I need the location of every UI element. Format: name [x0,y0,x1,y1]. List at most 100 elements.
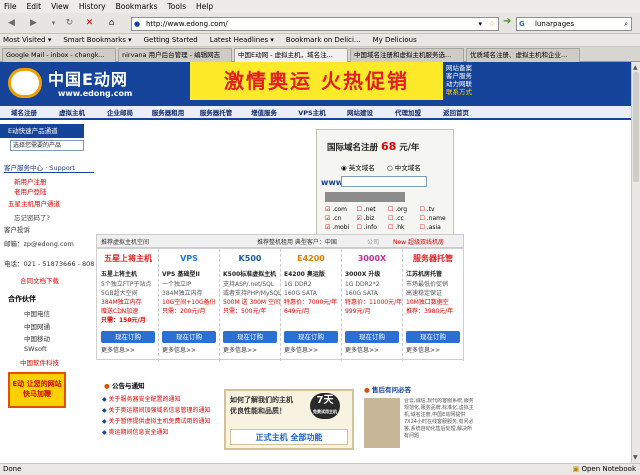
menu-edit[interactable]: Edit [27,2,42,11]
hosting-ad[interactable]: 如何了解我们的主机 优良性能和品质！ 7天 免费试用主机 正式主机 全部功能 [224,389,354,450]
hosting-name[interactable]: 江苏机房托管 [406,271,442,279]
promo-banner[interactable]: 激情奥运 火热促销 [190,62,443,100]
tab-quality-domain[interactable]: 优质域名注册、虚拟主机和企业... [466,48,580,62]
tab-recommend-server[interactable]: 推荐整机租用 典型客户：中国 [257,237,337,246]
link-five-star[interactable]: 五星主机用户通道 [8,198,60,208]
scroll-down-icon[interactable]: ▼ [633,454,638,461]
order-now-button[interactable]: 现在订购 [162,331,216,343]
menu-help[interactable]: Help [196,2,213,11]
menu-bookmarks[interactable]: Bookmarks [116,2,158,11]
bookmark-latest-headlines[interactable]: Latest Headlines ▾ [210,36,274,44]
more-info-link[interactable]: 更多信息>> [345,347,379,355]
more-info-link[interactable]: 更多信息>> [223,347,257,355]
notice-item[interactable]: ◆ 关于奥运期间加强域名信息管理的通知 [102,407,220,415]
bookmark-on-delicious[interactable]: Bookmark on Delici... [286,36,361,44]
tld-option[interactable]: ☑ .biz [357,215,389,222]
partner-telecom[interactable]: 中国电信 [24,308,50,318]
bookmark-my-delicious[interactable]: My Delicious [373,36,417,44]
history-dropdown-icon[interactable]: ▾ [46,16,61,31]
menu-file[interactable]: File [4,2,17,11]
url-input[interactable]: ● http://www.edong.com/ ▾ ☆ [131,17,499,31]
notice-item[interactable]: ◆ 关于暂停提供虚拟主机免费试用的通知 [102,418,220,426]
url-dropdown-icon[interactable]: ▾ [478,18,482,30]
more-info-link[interactable]: 更多信息>> [406,347,440,355]
nav-hosting[interactable]: 虚拟主机 [48,106,96,118]
header-link-power[interactable]: 动力网联 [446,80,472,88]
nav-server-rent[interactable]: 服务器租用 [144,106,192,118]
tld-option[interactable]: ☑ .com [325,206,357,213]
menu-view[interactable]: View [51,2,69,11]
order-now-button[interactable]: 现在订购 [223,331,277,343]
reload-icon[interactable]: ↻ [62,16,77,31]
scroll-thumb[interactable] [633,72,639,182]
checkbox-icon[interactable]: ☑ [357,215,364,222]
tld-option[interactable]: ☐ .tv [420,206,452,213]
stop-icon[interactable]: ✕ [82,16,97,31]
menu-history[interactable]: History [79,2,106,11]
partner-netcom[interactable]: 中国网通 [24,321,50,331]
order-now-button[interactable]: 现在订购 [101,331,155,343]
hosting-name[interactable]: K500标准虚拟主机 [223,271,276,279]
tab-recommend-hosting[interactable]: 推荐虚拟主机空间 [101,237,149,246]
tab-domain-service[interactable]: 中国域名注册和虚拟主机服务选... [350,48,464,62]
tld-option[interactable]: ☐ .org [388,206,420,213]
nav-domain[interactable]: 域名注册 [0,106,48,118]
scroll-up-icon[interactable]: ▲ [633,64,638,71]
page-scrollbar[interactable]: ▲ ▼ [631,62,640,463]
hosting-name[interactable]: 五星上将主机 [101,271,137,279]
radio-en[interactable]: ◉ 英文域名 [341,162,375,172]
home-icon[interactable]: ⌂ [104,16,119,31]
partner-software[interactable]: 中国软件科技 [20,357,59,367]
bookmark-smart[interactable]: Smart Bookmarks ▾ [63,36,131,44]
more-info-link[interactable]: 更多信息>> [162,347,196,355]
more-info-link[interactable]: 更多信息>> [101,347,135,355]
notice-item[interactable]: ◆ 奥运期间信息安全通知 [102,429,220,437]
bookmark-most-visited[interactable]: Most Visited ▾ [3,36,51,44]
go-icon[interactable]: ➔ [503,16,515,30]
radio-cn[interactable]: ○ 中文域名 [387,162,421,172]
back-icon[interactable]: ◀ [4,16,19,31]
nav-home[interactable]: 返回首页 [432,106,480,118]
contract-download[interactable]: 合同文档下载 [20,275,59,285]
bookmark-getting-started[interactable]: Getting Started [144,36,198,44]
link-forgot-password[interactable]: 忘记密码了? [14,212,50,222]
order-now-button[interactable]: 现在订购 [284,331,338,343]
nav-vps[interactable]: VPS主机 [288,106,336,118]
header-link-service[interactable]: 客户服务 [446,72,472,80]
partner-swsoft[interactable]: SWsoft [24,345,47,353]
checkbox-icon[interactable]: ☐ [420,215,427,222]
header-link-contact[interactable]: 联系方式 [446,88,472,96]
domain-input[interactable] [341,176,427,187]
notebook-link[interactable]: ▣ Open Notebook [573,464,636,475]
order-now-button[interactable]: 现在订购 [345,331,399,343]
tab-gmail[interactable]: Google Mail - inbox - changk... [2,48,116,62]
search-icon[interactable]: ⌕ [624,18,628,30]
search-input[interactable]: G lunarpages ⌕ [516,17,632,31]
nav-mail[interactable]: 企业邮局 [96,106,144,118]
partner-mobile[interactable]: 中国移动 [24,333,50,343]
tab-company[interactable]: 公司 [367,237,379,246]
notice-item[interactable]: ◆ 关于服务器安全配置的通知 [102,396,220,404]
tld-option[interactable]: ☐ .name [420,215,452,222]
hosting-name[interactable]: 3000X 升级 [345,271,380,279]
bookmark-star-icon[interactable]: ☆ [489,18,495,30]
tab-new-datacenter[interactable]: New 超级双线机房 [393,237,444,246]
checkbox-icon[interactable]: ☐ [357,206,364,213]
search-engine-icon[interactable]: G [519,18,525,30]
tld-option[interactable]: ☐ .info [357,224,389,231]
more-info-link[interactable]: 更多信息>> [284,347,318,355]
tld-option[interactable]: ☐ .asia [420,224,452,231]
sidebar-promo[interactable]: E动 让您的网站 快马加鞭 [8,372,66,408]
tld-option[interactable]: ☐ .hk [388,224,420,231]
nav-webdev[interactable]: 网站建设 [336,106,384,118]
domain-search-button[interactable] [325,192,405,202]
checkbox-icon[interactable]: ☐ [420,206,427,213]
product-select[interactable]: 选择您需要的产品 [10,140,84,151]
nav-server-host[interactable]: 服务器托管 [192,106,240,118]
link-new-user[interactable]: 新用户注册 [14,176,47,186]
header-link-icp[interactable]: 网站备案 [446,64,472,72]
tld-option[interactable]: ☑ .mobi [325,224,357,231]
hosting-name[interactable]: VPS 基础型II [162,271,200,279]
menu-tools[interactable]: Tools [168,2,186,11]
checkbox-icon[interactable]: ☐ [420,224,427,231]
